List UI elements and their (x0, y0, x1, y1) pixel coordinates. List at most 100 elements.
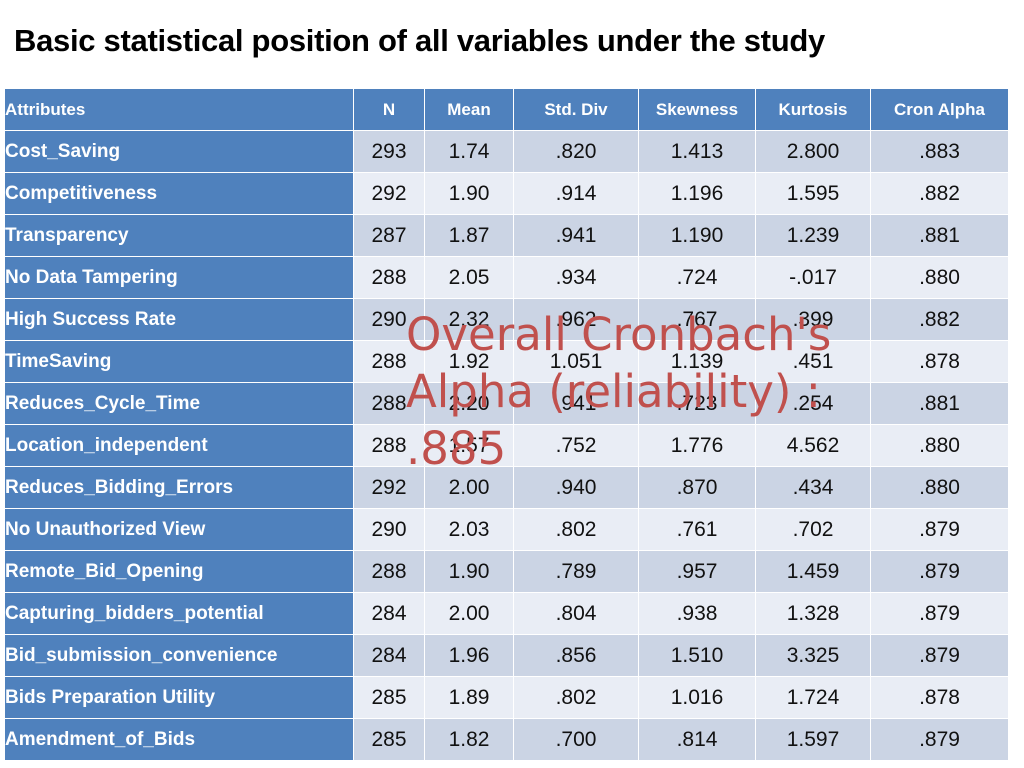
cell-n: 288 (354, 257, 424, 298)
table-row: Remote_Bid_Opening 288 1.90.789.957 1.459.8… (5, 551, 1008, 592)
cell-skewness: 1.016 (639, 677, 755, 718)
column-header-std-div: Std. Div (514, 89, 638, 130)
cell-attribute: Capturing_bidders_potential (5, 593, 353, 634)
cell-n: 287 (354, 215, 424, 256)
cell-skewness: .761 (639, 509, 755, 550)
column-header-attributes: Attributes (5, 89, 353, 130)
cell-kurtosis: .702 (756, 509, 870, 550)
table-row: High Success Rate 290 2.32.962.767.399.882 (5, 299, 1008, 340)
cell-cron-alpha: .882 (871, 299, 1008, 340)
cell-std-div: .820 (514, 131, 638, 172)
cell-std-div: .941 (514, 383, 638, 424)
cell-kurtosis: 1.459 (756, 551, 870, 592)
cell-attribute: Competitiveness (5, 173, 353, 214)
cell-n: 288 (354, 425, 424, 466)
cell-mean: 1.90 (425, 551, 513, 592)
cell-mean: 1.87 (425, 215, 513, 256)
cell-cron-alpha: .882 (871, 173, 1008, 214)
cell-cron-alpha: .879 (871, 593, 1008, 634)
cell-std-div: .940 (514, 467, 638, 508)
cell-skewness: .957 (639, 551, 755, 592)
cell-cron-alpha: .878 (871, 341, 1008, 382)
cell-cron-alpha: .881 (871, 215, 1008, 256)
cell-attribute: High Success Rate (5, 299, 353, 340)
slide-canvas: Basic statistical position of all variab… (0, 0, 1024, 768)
cell-cron-alpha: .879 (871, 551, 1008, 592)
cell-skewness: .723 (639, 383, 755, 424)
column-header-kurtosis: Kurtosis (756, 89, 870, 130)
cell-kurtosis: 4.562 (756, 425, 870, 466)
cell-kurtosis: .399 (756, 299, 870, 340)
cell-skewness: 1.413 (639, 131, 755, 172)
table-row: Location_independent 288 1.57.752 1.776 4.56… (5, 425, 1008, 466)
cell-std-div: .804 (514, 593, 638, 634)
table-row: No Unauthorized View 290 2.03.802.761.702.… (5, 509, 1008, 550)
cell-n: 288 (354, 383, 424, 424)
cell-skewness: 1.190 (639, 215, 755, 256)
cell-attribute: Remote_Bid_Opening (5, 551, 353, 592)
cell-mean: 2.00 (425, 593, 513, 634)
table-row: Competitiveness 292 1.90.914 1.196 1.595.882 (5, 173, 1008, 214)
cell-std-div: .802 (514, 677, 638, 718)
cell-mean: 1.82 (425, 719, 513, 760)
cell-kurtosis: -.017 (756, 257, 870, 298)
cell-mean: 2.03 (425, 509, 513, 550)
table-row: Amendment_of_Bids 285 1.82.700.814 1.597.87… (5, 719, 1008, 760)
column-header-cron-alpha: Cron Alpha (871, 89, 1008, 130)
cell-mean: 1.57 (425, 425, 513, 466)
cell-cron-alpha: .879 (871, 509, 1008, 550)
cell-skewness: .814 (639, 719, 755, 760)
cell-mean: 2.20 (425, 383, 513, 424)
cell-cron-alpha: .878 (871, 677, 1008, 718)
cell-std-div: .914 (514, 173, 638, 214)
cell-n: 290 (354, 299, 424, 340)
cell-kurtosis: 3.325 (756, 635, 870, 676)
cell-skewness: .767 (639, 299, 755, 340)
cell-mean: 1.90 (425, 173, 513, 214)
cell-attribute: Cost_Saving (5, 131, 353, 172)
cell-skewness: .938 (639, 593, 755, 634)
cell-n: 288 (354, 551, 424, 592)
cell-skewness: 1.196 (639, 173, 755, 214)
cell-kurtosis: .434 (756, 467, 870, 508)
cell-cron-alpha: .879 (871, 719, 1008, 760)
cell-mean: 2.00 (425, 467, 513, 508)
cell-std-div: .789 (514, 551, 638, 592)
cell-std-div: .934 (514, 257, 638, 298)
cell-kurtosis: 2.800 (756, 131, 870, 172)
cell-n: 292 (354, 173, 424, 214)
cell-mean: 2.32 (425, 299, 513, 340)
cell-attribute: Transparency (5, 215, 353, 256)
cell-std-div: .941 (514, 215, 638, 256)
cell-kurtosis: 1.595 (756, 173, 870, 214)
cell-n: 284 (354, 593, 424, 634)
table-row: Reduces_Bidding_Errors 292 2.00.940.870.43… (5, 467, 1008, 508)
cell-std-div: .962 (514, 299, 638, 340)
cell-cron-alpha: .880 (871, 257, 1008, 298)
column-header-mean: Mean (425, 89, 513, 130)
table-header-row: Attributes N Mean Std. Div Skewness Kurt… (5, 89, 1008, 130)
cell-attribute: Reduces_Cycle_Time (5, 383, 353, 424)
cell-kurtosis: .451 (756, 341, 870, 382)
cell-attribute: Reduces_Bidding_Errors (5, 467, 353, 508)
table-row: Cost_Saving 293 1.74.820 1.413 2.800.883 (5, 131, 1008, 172)
cell-n: 284 (354, 635, 424, 676)
cell-mean: 1.89 (425, 677, 513, 718)
cell-n: 292 (354, 467, 424, 508)
cell-attribute: TimeSaving (5, 341, 353, 382)
cell-n: 293 (354, 131, 424, 172)
cell-kurtosis: 1.328 (756, 593, 870, 634)
cell-skewness: 1.776 (639, 425, 755, 466)
cell-skewness: .870 (639, 467, 755, 508)
table-header: Attributes N Mean Std. Div Skewness Kurt… (5, 89, 1008, 130)
cell-mean: 1.74 (425, 131, 513, 172)
cell-kurtosis: .254 (756, 383, 870, 424)
column-header-skewness: Skewness (639, 89, 755, 130)
cell-skewness: 1.139 (639, 341, 755, 382)
cell-mean: 1.96 (425, 635, 513, 676)
cell-cron-alpha: .883 (871, 131, 1008, 172)
table-row: No Data Tampering 288 2.05.934.724 -.017.88… (5, 257, 1008, 298)
cell-std-div: 1.051 (514, 341, 638, 382)
table-row: Bid_submission_convenience 284 1.96.856 1.5… (5, 635, 1008, 676)
cell-attribute: Location_independent (5, 425, 353, 466)
